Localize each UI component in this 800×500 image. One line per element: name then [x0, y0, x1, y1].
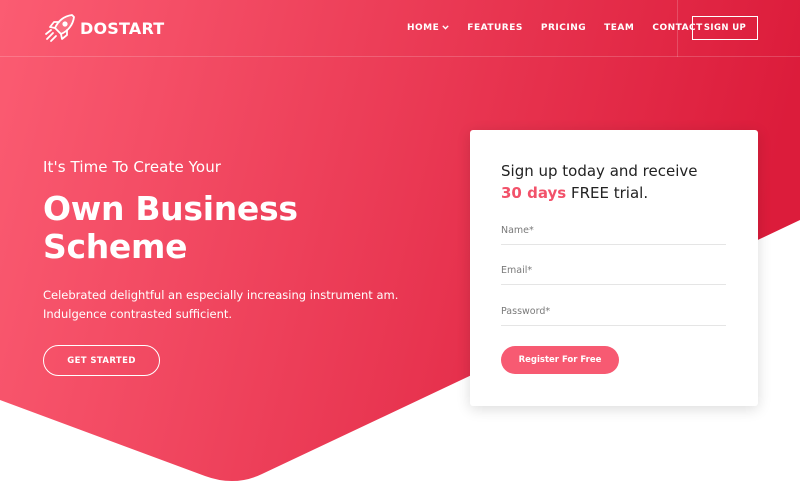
trial-days-highlight: 30 days — [501, 184, 567, 202]
navbar: DOSTART HOME FEATURES PRICING TEAM CONTA… — [0, 0, 800, 57]
hero-eyebrow: It's Time To Create Your — [43, 158, 222, 176]
nav-item-team[interactable]: TEAM — [604, 19, 634, 37]
chevron-down-icon — [442, 24, 450, 32]
brand-logo[interactable]: DOSTART — [44, 11, 164, 45]
nav-item-label: HOME — [407, 23, 440, 33]
name-field[interactable] — [501, 217, 726, 245]
nav-item-label: TEAM — [604, 23, 635, 33]
nav-item-home[interactable]: HOME — [407, 19, 450, 37]
nav-menu: HOME FEATURES PRICING TEAM CONTACT — [407, 19, 703, 37]
email-field[interactable] — [501, 257, 726, 285]
signup-button[interactable]: SIGN UP — [692, 16, 758, 40]
signup-form-card: Sign up today and receive 30 days FREE t… — [470, 130, 758, 406]
hero-subtext: Celebrated delightful an especially incr… — [43, 288, 399, 321]
nav-divider — [677, 0, 678, 57]
form-title-text: Sign up today and receive — [501, 162, 698, 180]
nav-item-pricing[interactable]: PRICING — [541, 19, 586, 37]
password-field[interactable] — [501, 298, 726, 326]
hero-section: DOSTART HOME FEATURES PRICING TEAM CONTA… — [0, 0, 800, 500]
rocket-icon — [45, 14, 75, 42]
get-started-button[interactable]: GET STARTED — [43, 345, 160, 376]
register-button[interactable]: Register For Free — [501, 346, 619, 374]
brand-name: DOSTART — [80, 18, 165, 38]
nav-item-label: FEATURES — [467, 23, 523, 33]
hero-headline: Own Business Scheme — [43, 189, 298, 266]
form-title-suffix: FREE trial. — [570, 184, 649, 202]
nav-item-label: PRICING — [540, 23, 587, 33]
nav-item-features[interactable]: FEATURES — [467, 19, 523, 37]
form-title: Sign up today and receive 30 days FREE t… — [501, 160, 741, 204]
